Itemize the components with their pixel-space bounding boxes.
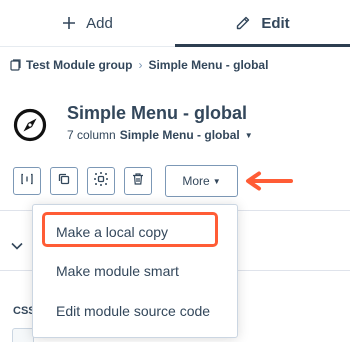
module-title: Simple Menu - global [67, 103, 248, 123]
plus-icon [62, 16, 76, 30]
editor-tabs: Add Edit [0, 0, 350, 47]
css-field[interactable] [12, 328, 34, 342]
module-layout-selector[interactable]: 7 column Simple Menu - global ▼ [67, 128, 253, 142]
caret-down-icon: ▼ [212, 176, 221, 186]
tab-edit[interactable]: Edit [175, 0, 350, 47]
duplicate-icon [57, 172, 71, 191]
chevron-down-icon[interactable] [10, 238, 24, 256]
delete-icon [131, 172, 145, 191]
layout-prefix: 7 column [67, 128, 116, 142]
delete-button[interactable] [124, 167, 152, 195]
breadcrumb-parent-link[interactable]: Test Module group [26, 58, 132, 72]
tab-add[interactable]: Add [0, 0, 175, 46]
breadcrumb: Test Module group › Simple Menu - global [10, 58, 268, 72]
tab-add-label: Add [86, 14, 113, 32]
menu-item-make-module-smart[interactable]: Make module smart [33, 255, 237, 287]
pencil-icon [235, 15, 251, 31]
layout-name: Simple Menu - global [119, 128, 240, 142]
more-button-label: More [182, 174, 210, 188]
module-group-icon [10, 59, 22, 71]
breadcrumb-separator: › [138, 58, 143, 72]
highlight-box [42, 212, 218, 247]
more-button[interactable]: More ▼ [165, 165, 238, 197]
compass-icon [13, 108, 47, 147]
caret-down-icon: ▼ [244, 130, 253, 140]
annotation-arrow [243, 171, 295, 196]
tab-edit-label: Edit [261, 14, 290, 32]
duplicate-button[interactable] [50, 167, 78, 195]
smart-module-button[interactable] [87, 167, 115, 195]
menu-item-edit-module-source[interactable]: Edit module source code [33, 295, 237, 327]
smart-module-icon [93, 171, 109, 192]
column-layout-button[interactable] [13, 167, 41, 195]
breadcrumb-current: Simple Menu - global [148, 58, 269, 72]
column-layout-icon [20, 172, 34, 191]
